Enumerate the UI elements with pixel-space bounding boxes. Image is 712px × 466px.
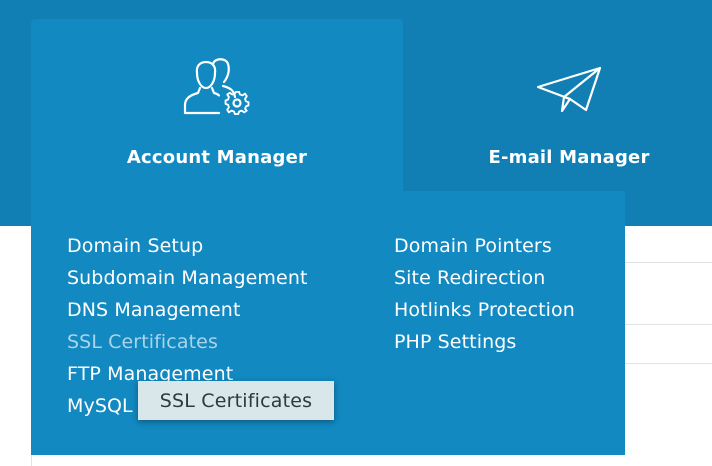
tooltip: SSL Certificates bbox=[138, 381, 334, 420]
menu-item-domain-setup[interactable]: Domain Setup bbox=[67, 230, 308, 262]
content-divider bbox=[625, 262, 712, 263]
menu-column-right: Domain Pointers Site Redirection Hotlink… bbox=[394, 230, 575, 358]
content-divider bbox=[625, 324, 712, 325]
content-divider bbox=[625, 363, 712, 364]
menu-item-domain-pointers[interactable]: Domain Pointers bbox=[394, 230, 575, 262]
tab-email-manager-label: E-mail Manager bbox=[488, 147, 650, 168]
menu-item-hotlinks-protection[interactable]: Hotlinks Protection bbox=[394, 294, 575, 326]
menu-item-ssl-certificates[interactable]: SSL Certificates bbox=[67, 326, 308, 358]
tab-email-manager[interactable]: E-mail Manager bbox=[403, 19, 712, 191]
menu-item-subdomain-management[interactable]: Subdomain Management bbox=[67, 262, 308, 294]
users-gear-icon bbox=[31, 55, 403, 129]
paper-plane-icon bbox=[393, 65, 712, 119]
content-border bbox=[31, 455, 32, 466]
tab-account-manager-label: Account Manager bbox=[126, 147, 308, 168]
tab-account-manager[interactable]: Account Manager bbox=[31, 19, 403, 219]
menu-item-php-settings[interactable]: PHP Settings bbox=[394, 326, 575, 358]
menu-item-site-redirection[interactable]: Site Redirection bbox=[394, 262, 575, 294]
menu-item-dns-management[interactable]: DNS Management bbox=[67, 294, 308, 326]
